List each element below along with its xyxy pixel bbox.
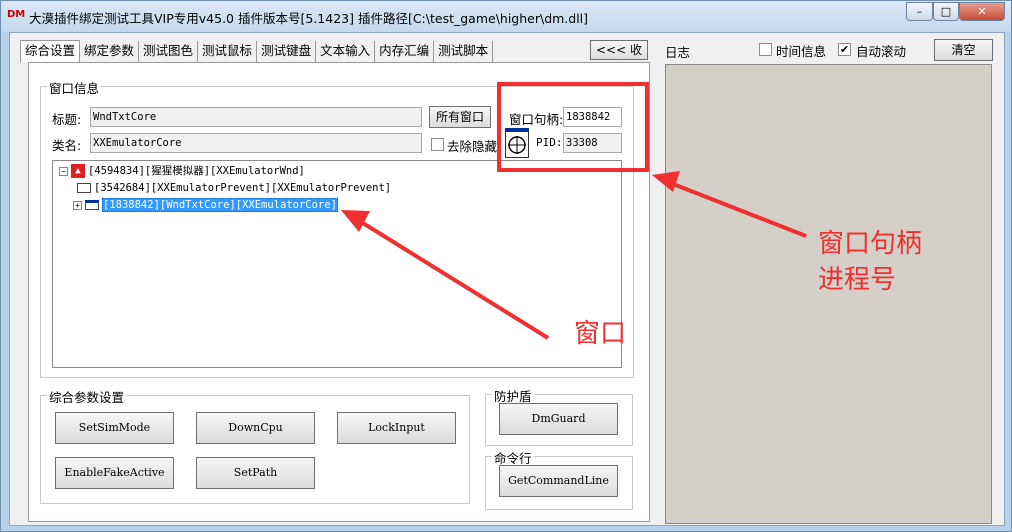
annotation-handle-label: 窗口句柄 <box>818 229 923 259</box>
annotation-window-label: 窗口 <box>574 319 627 349</box>
annotation-pid-label: 进程号 <box>818 265 897 295</box>
